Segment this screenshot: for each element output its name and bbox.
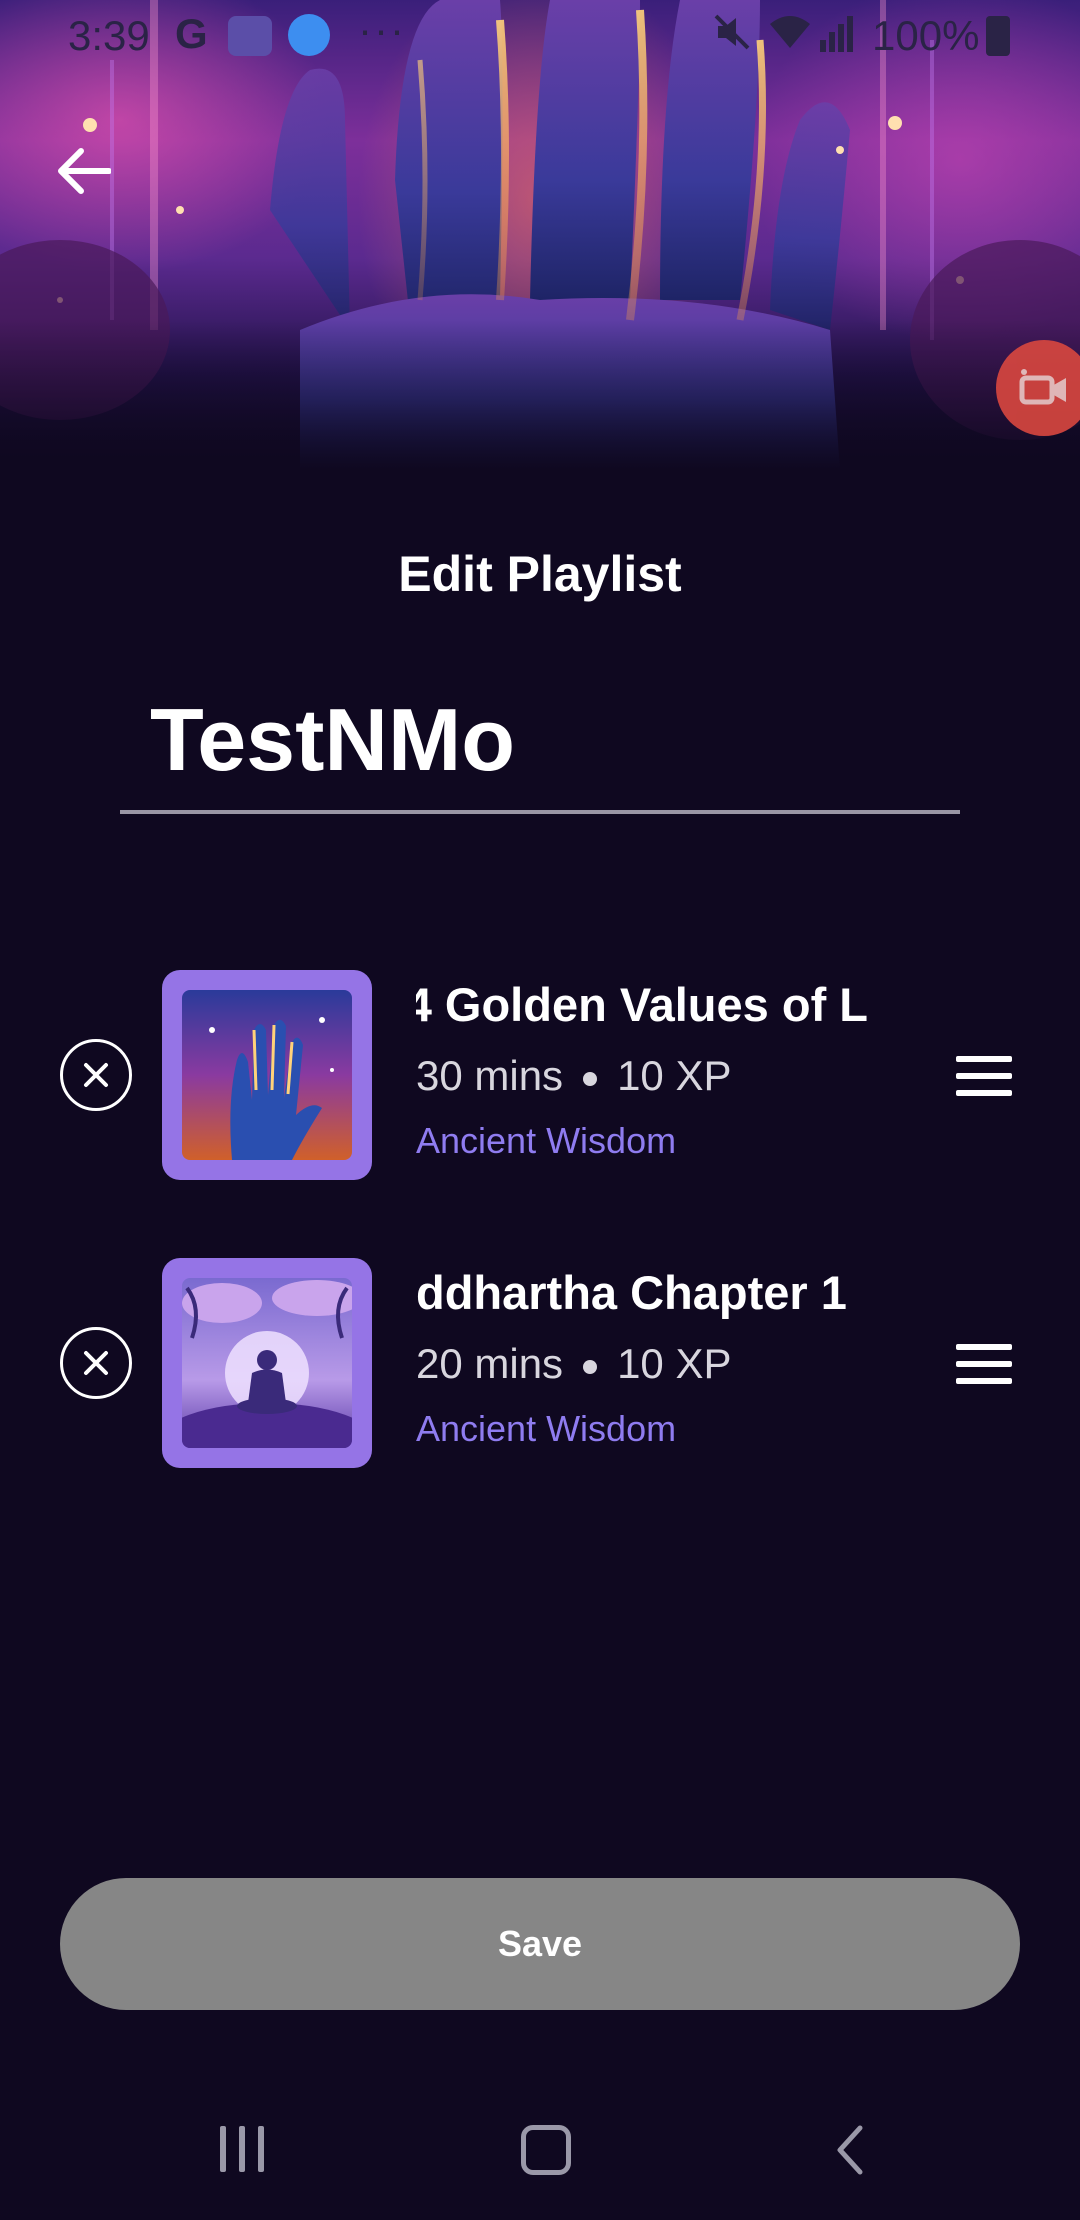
- header-fade: [0, 320, 1080, 470]
- remove-track-button[interactable]: [60, 1327, 132, 1399]
- drag-handle-icon[interactable]: [956, 1056, 1012, 1096]
- battery-icon: [986, 16, 1010, 56]
- track-title: ddhartha Chapter 1: [416, 1266, 847, 1319]
- playlist-name-input[interactable]: [150, 680, 950, 800]
- playlist-track-row: ddhartha Chapter 1 20 mins 10 XP Ancient …: [0, 1258, 1080, 1468]
- save-button[interactable]: Save: [60, 1878, 1020, 2010]
- more-notifications-icon: ···: [358, 6, 406, 53]
- google-icon: G: [175, 10, 208, 57]
- status-time: 3:39: [68, 12, 150, 59]
- playlist-name-field[interactable]: [120, 680, 960, 814]
- close-icon: [84, 1351, 108, 1375]
- arrow-left-icon: [58, 148, 111, 194]
- recent-apps-icon[interactable]: [220, 2126, 266, 2172]
- wifi-icon: [770, 16, 810, 48]
- track-category: Ancient Wisdom: [416, 1120, 677, 1161]
- track-xp: 10 XP: [617, 1340, 732, 1387]
- teams-icon: [228, 16, 272, 56]
- meta-separator: [583, 1359, 598, 1374]
- back-chevron-icon[interactable]: [830, 2122, 870, 2178]
- meditation-artwork: [182, 1278, 352, 1448]
- hand-artwork: [182, 990, 352, 1160]
- page-title: Edit Playlist: [398, 546, 682, 602]
- track-thumbnail[interactable]: [162, 970, 372, 1180]
- signal-icon: [820, 16, 853, 52]
- close-icon: [84, 1063, 108, 1087]
- track-thumbnail[interactable]: [162, 1258, 372, 1468]
- meta-separator: [583, 1071, 598, 1086]
- track-duration: 30 mins: [416, 1052, 564, 1099]
- remove-track-button[interactable]: [60, 1039, 132, 1111]
- track-xp: 10 XP: [617, 1052, 732, 1099]
- track-meta: 30 mins 10 XP: [416, 1052, 731, 1100]
- playlist-track-row: 4 Golden Values of L 30 mins 10 XP Ancien…: [0, 970, 1080, 1180]
- home-icon[interactable]: [521, 2125, 571, 2175]
- track-duration: 20 mins: [416, 1340, 564, 1387]
- track-meta: 20 mins 10 XP: [416, 1340, 731, 1388]
- video-camera-icon: [1019, 369, 1066, 405]
- app-notification-icon: [288, 14, 330, 56]
- track-title: 4 Golden Values of L: [416, 978, 868, 1031]
- drag-handle-icon[interactable]: [956, 1344, 1012, 1384]
- status-bar: 3:39 G ··· 100%: [0, 0, 1080, 74]
- battery-percent: 100%: [872, 12, 980, 59]
- system-nav-bar: [0, 2090, 1080, 2220]
- mute-icon: [714, 14, 750, 50]
- back-button[interactable]: [52, 140, 114, 202]
- track-category: Ancient Wisdom: [416, 1408, 677, 1449]
